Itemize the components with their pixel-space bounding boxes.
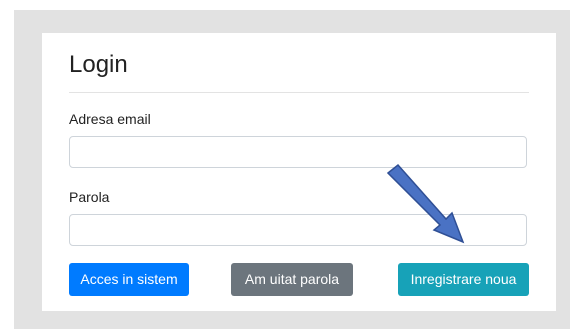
password-field[interactable]: [69, 214, 527, 246]
email-field[interactable]: [69, 136, 527, 168]
login-card: Login Adresa email Parola Acces in siste…: [42, 33, 556, 311]
page-title: Login: [69, 51, 128, 78]
forgot-password-button[interactable]: Am uitat parola: [231, 263, 353, 296]
email-label: Adresa email: [69, 111, 151, 127]
login-button[interactable]: Acces in sistem: [69, 263, 189, 296]
title-divider: [69, 92, 529, 93]
register-button[interactable]: Inregistrare noua: [398, 263, 529, 296]
password-label: Parola: [69, 189, 110, 205]
